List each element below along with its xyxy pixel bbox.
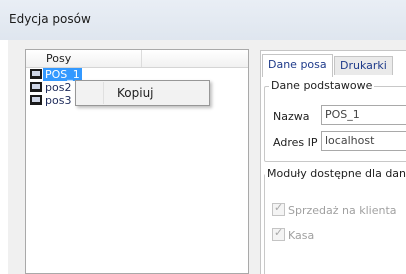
column-header-posy[interactable]: Posy — [26, 50, 142, 67]
checkbox-label: Kasa — [288, 229, 315, 242]
name-field[interactable]: POS_1 — [321, 105, 406, 125]
monitor-icon — [30, 69, 42, 79]
checkbox-kasa[interactable]: Kasa — [272, 226, 315, 242]
tab-drukarki[interactable]: Drukarki — [334, 56, 393, 75]
context-menu: Kopiuj — [75, 80, 210, 106]
edit-pos-window: Edycja posów Posy POS_1 pos2 pos3 Kopiuj… — [0, 0, 406, 274]
menu-icon-gutter — [77, 82, 104, 104]
modules-group: Moduły dostępne dla danego posa — [264, 167, 406, 274]
list-item-label: pos2 — [45, 81, 72, 94]
context-menu-item-label: Kopiuj — [117, 86, 154, 100]
ip-address-field[interactable]: localhost — [321, 131, 406, 151]
ip-label: Adres IP — [273, 136, 318, 149]
checkbox-icon — [272, 226, 285, 241]
tab-dane-posa[interactable]: Dane posa — [262, 54, 333, 77]
group-title: Dane podstawowe — [269, 79, 375, 92]
name-label: Nazwa — [273, 110, 310, 123]
checkbox-sales-per-customer[interactable]: Sprzedaż na klienta — [272, 201, 397, 217]
checkbox-label: Sprzedaż na klienta — [288, 204, 397, 217]
group-title: Moduły dostępne dla danego posa — [265, 167, 406, 180]
list-item-label: pos3 — [45, 94, 72, 107]
title-bar[interactable]: Edycja posów — [0, 0, 406, 40]
checkbox-icon — [272, 201, 285, 216]
context-menu-item-copy[interactable]: Kopiuj — [77, 82, 208, 104]
window-title: Edycja posów — [9, 12, 91, 26]
monitor-icon — [30, 95, 42, 105]
pos-list-header: Posy — [26, 50, 248, 68]
monitor-icon — [30, 82, 42, 92]
